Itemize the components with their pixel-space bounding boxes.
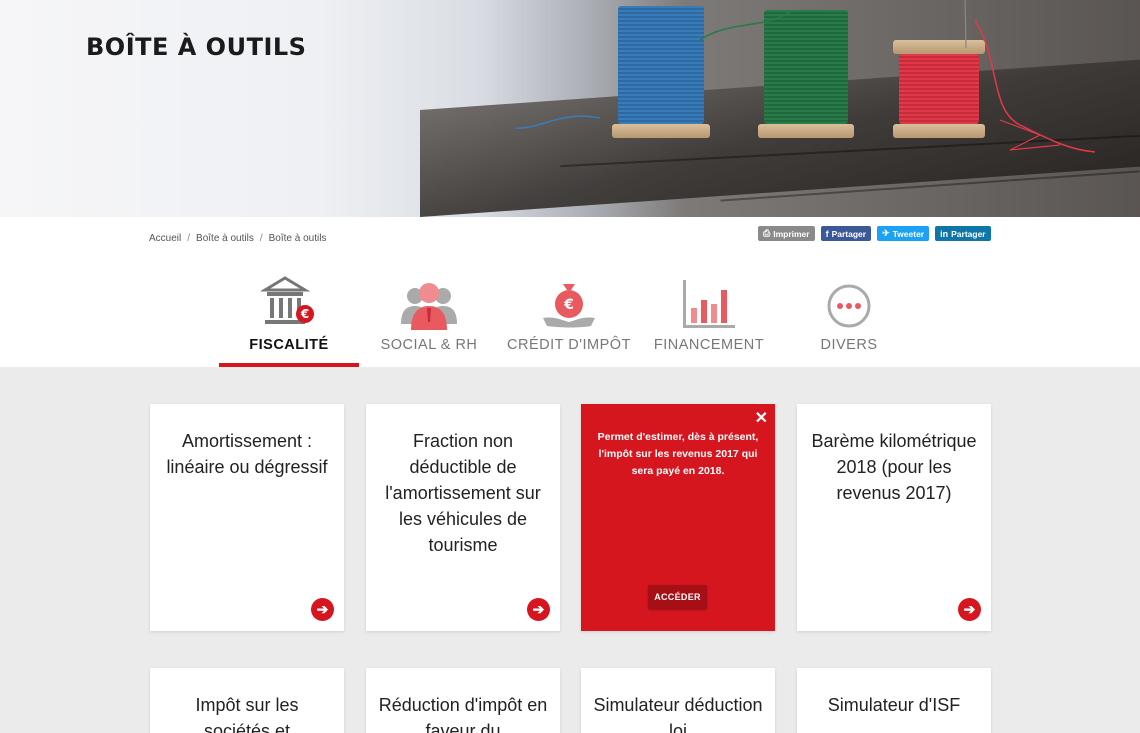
breadcrumb-item-current: Boîte à outils: [268, 233, 327, 244]
tab-label: CRÉDIT D'IMPÔT: [507, 337, 631, 353]
print-label: Imprimer: [773, 228, 810, 239]
breadcrumb-separator: /: [259, 233, 263, 244]
category-tabs: € FISCALITÉ SOCIAL & RH € CRÉDIT D'IMPÔT…: [219, 270, 919, 367]
breadcrumb-item-home[interactable]: Accueil: [149, 233, 181, 244]
tool-card-impot-revenu-expanded[interactable]: ✕ Permet d'estimer, dès à présent, l'imp…: [581, 404, 775, 631]
card-description: Permet d'estimer, dès à présent, l'impôt…: [597, 431, 759, 477]
card-title: Simulateur déduction loi: [593, 695, 763, 733]
arrow-right-icon[interactable]: ➔: [311, 598, 334, 621]
tab-social-rh[interactable]: SOCIAL & RH: [359, 270, 499, 367]
tab-label: DIVERS: [820, 337, 878, 353]
tool-card-fraction-non-deductible[interactable]: Fraction non déductible de l'amortisseme…: [366, 404, 560, 631]
card-title: Amortissement : linéaire ou dégressif: [166, 431, 328, 477]
card-title: Réduction d'impôt en faveur du: [378, 695, 548, 733]
arrow-right-icon[interactable]: ➔: [527, 598, 550, 621]
print-button[interactable]: ⎙ Imprimer: [758, 226, 815, 241]
facebook-share-button[interactable]: f Partager: [820, 226, 872, 241]
card-title: Fraction non déductible de l'amortisseme…: [385, 431, 541, 555]
linkedin-icon: in: [940, 228, 949, 239]
svg-text:€: €: [300, 307, 309, 321]
tool-card-simulateur-deduction[interactable]: Simulateur déduction loi: [581, 668, 775, 733]
twitter-share-button[interactable]: ✈ Tweeter: [877, 226, 930, 241]
tool-card-simulateur-isf[interactable]: Simulateur d'ISF: [797, 668, 991, 733]
card-title: Simulateur d'ISF: [827, 695, 961, 715]
tab-label: SOCIAL & RH: [380, 337, 478, 353]
tab-fiscalite[interactable]: € FISCALITÉ: [219, 270, 359, 367]
tab-credit-impot[interactable]: € CRÉDIT D'IMPÔT: [499, 270, 639, 367]
printer-icon: ⎙: [763, 228, 771, 238]
tab-label: FINANCEMENT: [653, 337, 765, 353]
card-title: Barème kilométrique 2018 (pour les reven…: [811, 431, 977, 503]
breadcrumb-item-toolbox[interactable]: Boîte à outils: [196, 233, 254, 244]
hero-banner: BOÎTE À OUTILS: [0, 0, 1140, 217]
facebook-icon: f: [825, 228, 829, 239]
tab-divers[interactable]: DIVERS: [779, 270, 919, 367]
facebook-share-label: Partager: [831, 228, 867, 239]
breadcrumb-separator: /: [187, 233, 191, 244]
share-bar: ⎙ Imprimer f Partager ✈ Tweeter in Parta…: [758, 226, 991, 241]
tool-card-reduction-impot[interactable]: Réduction d'impôt en faveur du: [366, 668, 560, 733]
linkedin-share-button[interactable]: in Partager: [935, 226, 991, 241]
bank-euro-icon: €: [261, 276, 314, 324]
tool-card-amortissement[interactable]: Amortissement : linéaire ou dégressif ➔: [150, 404, 344, 631]
linkedin-share-label: Partager: [951, 228, 986, 239]
tool-card-bareme-kilometrique[interactable]: Barème kilométrique 2018 (pour les reven…: [797, 404, 991, 631]
svg-text:€: €: [563, 297, 574, 313]
twitter-share-label: Tweeter: [892, 228, 925, 239]
money-bag-hand-icon: €: [543, 284, 595, 328]
tab-label: FISCALITÉ: [249, 337, 329, 353]
bar-chart-icon: [683, 280, 735, 328]
arrow-right-icon[interactable]: ➔: [958, 598, 981, 621]
access-button[interactable]: ACCÉDER: [648, 585, 707, 609]
more-dots-icon: [827, 284, 871, 328]
tab-financement[interactable]: FINANCEMENT: [639, 270, 779, 367]
card-title: Impôt sur les sociétés et: [195, 695, 299, 733]
page-title: BOÎTE À OUTILS: [86, 33, 307, 61]
people-icon: [401, 283, 457, 330]
breadcrumb: Accueil / Boîte à outils / Boîte à outil…: [149, 233, 326, 244]
tool-card-impot-societes[interactable]: Impôt sur les sociétés et: [150, 668, 344, 733]
close-icon[interactable]: ✕: [755, 408, 768, 428]
twitter-icon: ✈: [882, 228, 890, 238]
